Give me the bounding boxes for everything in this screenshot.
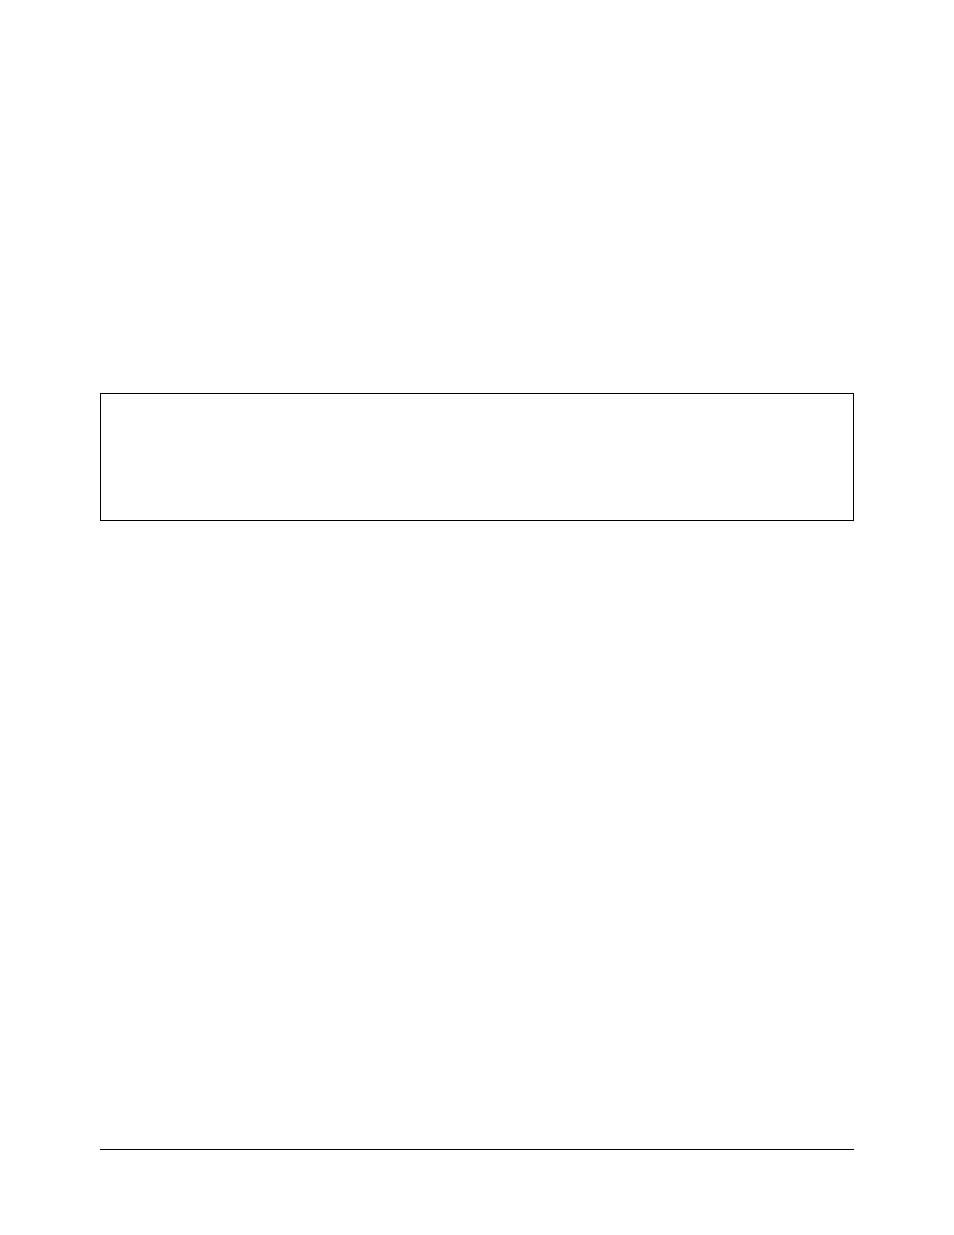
page-content (100, 0, 854, 1235)
footer-divider (100, 1149, 854, 1151)
content-box (100, 393, 854, 521)
